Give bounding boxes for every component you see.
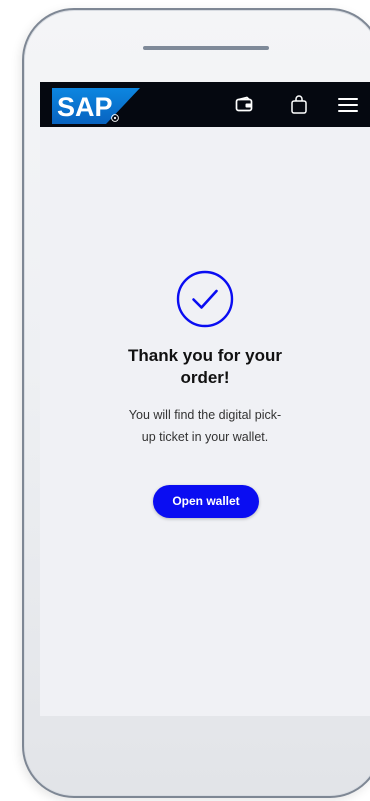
shopping-bag-icon[interactable]	[288, 94, 310, 116]
phone-speaker	[143, 46, 269, 50]
wallet-icon[interactable]	[233, 94, 255, 116]
phone-screen: SAP Thank you for your order! You will f…	[40, 82, 370, 716]
confirmation-title: Thank you for your order!	[128, 346, 282, 387]
sap-logo[interactable]: SAP	[52, 88, 140, 124]
confirmation-message: You will find the digital pick- up ticke…	[128, 408, 282, 444]
shell-bar: SAP	[40, 82, 370, 127]
open-wallet-button[interactable]: Open wallet	[153, 485, 259, 518]
menu-icon[interactable]	[337, 94, 359, 116]
sap-logo-text: SAP	[57, 92, 113, 122]
page: SAP Thank you for your order! You will f…	[0, 0, 370, 801]
check-circle-icon	[175, 269, 235, 329]
